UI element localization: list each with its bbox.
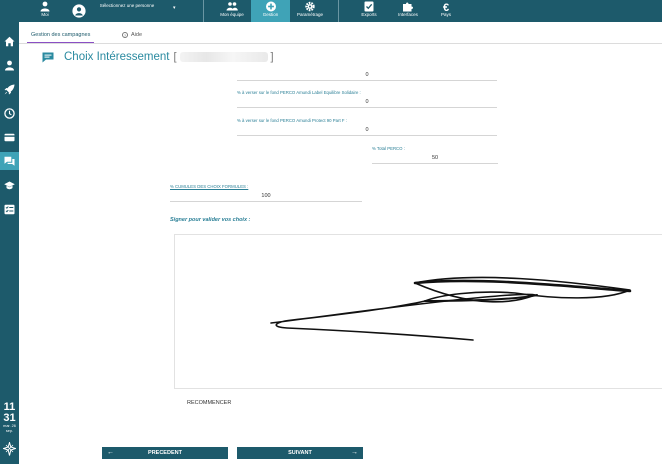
sidebar: 11 31 mar. 26 sep.: [0, 22, 19, 464]
person-circle-icon: [72, 4, 86, 18]
signature-label: Signer pour valider vos choix :: [170, 217, 251, 223]
nav-label: Mon équipe: [220, 12, 244, 17]
nav-label: Exports: [361, 12, 377, 17]
page-title: Choix Intéressement [ ]: [42, 49, 274, 65]
sidebar-item-payment[interactable]: [0, 128, 19, 146]
field-underline: [237, 135, 497, 136]
help-icon: ?: [122, 31, 128, 38]
user-icon: [40, 1, 50, 12]
field-value[interactable]: 0: [237, 72, 497, 78]
tab-gestion-campagnes[interactable]: Gestion des campagnes: [27, 29, 95, 43]
field-cumul-choix: % CUMULES DES CHOIX FORMULES : 100: [170, 184, 362, 204]
field-label: % CUMULES DES CHOIX FORMULES :: [170, 184, 249, 189]
home-icon: [4, 36, 15, 46]
rocket-icon: [4, 84, 15, 94]
field-value[interactable]: 0: [237, 127, 497, 133]
field-perco-protect: % à verser sur le fond PERCO Amundi Prot…: [237, 118, 497, 138]
gear-icon: [305, 1, 315, 12]
checkbox-icon: [364, 1, 374, 12]
nav-label: Interfaces: [398, 12, 418, 17]
page-title-text: Choix Intéressement: [64, 51, 170, 63]
nav-exports[interactable]: Exports: [354, 0, 384, 22]
signature-drawing: [270, 276, 632, 341]
sidebar-item-messages[interactable]: [0, 152, 19, 170]
next-label: SUIVANT: [288, 450, 312, 456]
field-underline: [372, 163, 498, 164]
field-underline: [237, 80, 497, 81]
team-icon: [226, 2, 238, 11]
redacted-name: [179, 52, 268, 62]
nav-parametrage[interactable]: Paramétrage: [290, 0, 330, 22]
sidebar-item-home[interactable]: [0, 32, 19, 50]
divider: [338, 0, 339, 22]
user-menu[interactable]: Moi: [34, 0, 56, 22]
puzzle-icon: [403, 2, 413, 12]
person-select-label: Sélectionnez une personne: [99, 3, 155, 8]
graduation-cap-icon: [4, 181, 15, 189]
sidebar-item-training[interactable]: [0, 176, 19, 194]
tab-aide[interactable]: ? Aide: [122, 29, 142, 43]
clock-minutes: 31: [3, 412, 16, 424]
previous-button[interactable]: ← PRECEDENT: [102, 447, 228, 459]
person-icon: [5, 60, 14, 70]
euro-icon: €: [443, 2, 449, 12]
nav-gestion[interactable]: Gestion: [251, 0, 290, 22]
tab-label: Aide: [131, 32, 143, 38]
clock-widget: 11 31 mar. 26 sep.: [0, 402, 19, 433]
nav-mon-equipe[interactable]: Mon équipe: [214, 0, 250, 22]
arrow-right-icon: →: [351, 449, 358, 456]
field-value: 100: [261, 193, 271, 199]
field-value[interactable]: 0: [237, 99, 497, 105]
chat-icon: [4, 156, 15, 166]
top-navbar: Moi Sélectionnez une personne ▾ Mon équi…: [0, 0, 662, 22]
previous-label: PRECEDENT: [148, 450, 182, 456]
field-label: % à verser sur le fond PERCO Amundi Prot…: [237, 118, 347, 123]
nav-interfaces[interactable]: Interfaces: [390, 0, 426, 22]
nav-pays[interactable]: € Pays: [434, 0, 458, 22]
clock-icon: [4, 107, 15, 119]
sidebar-item-tasks[interactable]: [0, 200, 19, 218]
svg-text:€: €: [443, 2, 449, 12]
user-label: Moi: [41, 12, 49, 17]
nav-label: Gestion: [262, 12, 279, 17]
divider: [19, 43, 662, 44]
arrow-left-icon: ←: [107, 449, 114, 456]
nav-label: Paramétrage: [296, 12, 323, 17]
bracket-open: [: [173, 51, 177, 63]
sidebar-item-history[interactable]: [0, 104, 19, 122]
next-button[interactable]: SUIVANT →: [237, 447, 363, 459]
app-root: Moi Sélectionnez une personne ▾ Mon équi…: [0, 0, 662, 464]
sidebar-item-projects[interactable]: [0, 80, 19, 98]
field-row-0: 0: [237, 65, 497, 83]
card-icon: [4, 133, 15, 141]
field-underline: [237, 107, 497, 108]
divider: [203, 0, 204, 22]
plus-circle-icon: [265, 1, 276, 12]
person-select[interactable]: Sélectionnez une personne: [98, 3, 156, 9]
sidebar-item-profile[interactable]: [0, 56, 19, 74]
nav-label: Pays: [440, 12, 451, 17]
logo-icon: [3, 442, 16, 456]
tab-label: Gestion des campagnes: [31, 32, 91, 38]
field-label: % à verser sur le fond PERCO Amundi Labe…: [237, 90, 361, 95]
field-underline: [170, 201, 362, 202]
chat-icon: [42, 52, 54, 62]
bracket-close: ]: [270, 51, 274, 63]
clock-date: mar. 26 sep.: [3, 424, 16, 433]
field-label: % Total PERCO :: [372, 146, 405, 151]
field-total-perco: % Total PERCO : 50: [372, 146, 498, 166]
field-value: 50: [431, 155, 439, 161]
chevron-down-icon[interactable]: ▾: [173, 5, 176, 11]
restart-button[interactable]: RECOMMENCER: [187, 400, 231, 406]
signature-pad[interactable]: [174, 234, 662, 389]
field-perco-equilibre: % à verser sur le fond PERCO Amundi Labe…: [237, 90, 497, 110]
checklist-icon: [4, 204, 15, 214]
